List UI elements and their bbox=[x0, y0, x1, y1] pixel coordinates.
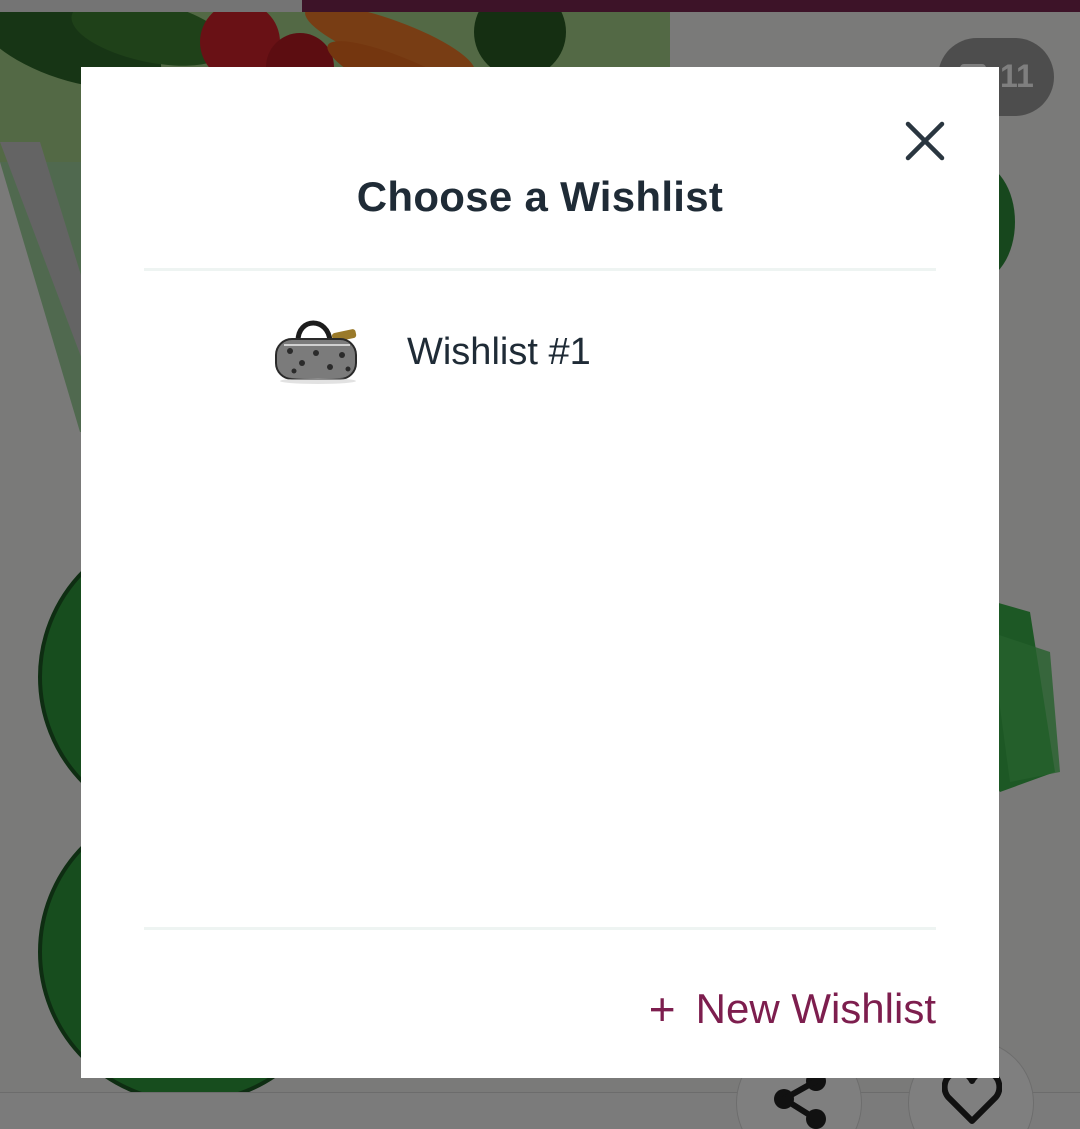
close-icon bbox=[905, 121, 945, 161]
plus-icon: + bbox=[648, 983, 676, 1035]
choose-wishlist-dialog: Choose a Wishlist Wishlist #1 + New Wish… bbox=[81, 67, 999, 1078]
dialog-title: Choose a Wishlist bbox=[356, 173, 724, 220]
new-wishlist-button[interactable]: + New Wishlist bbox=[649, 981, 936, 1037]
divider bbox=[144, 268, 936, 271]
wishlist-item[interactable]: Wishlist #1 bbox=[144, 297, 936, 409]
new-wishlist-label: New Wishlist bbox=[695, 985, 936, 1032]
handbag-thumbnail bbox=[275, 320, 357, 384]
wishlist-name: Wishlist #1 bbox=[407, 331, 591, 373]
divider bbox=[144, 927, 936, 930]
close-button[interactable] bbox=[903, 119, 947, 163]
